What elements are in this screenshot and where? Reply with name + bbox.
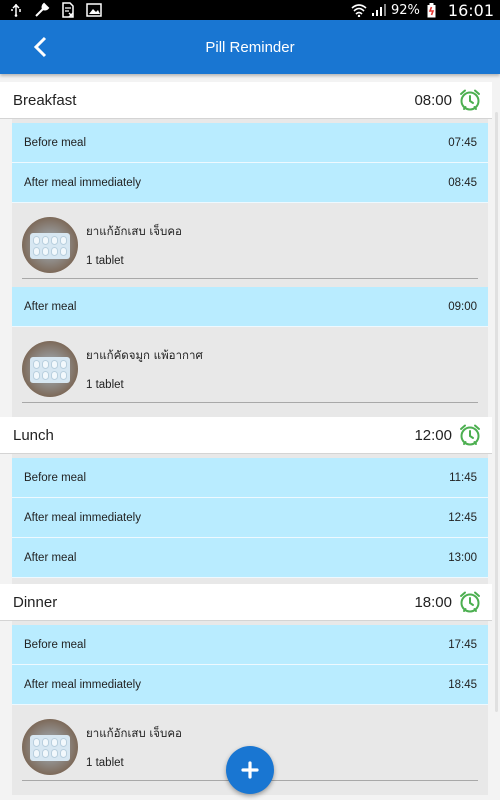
slot-row[interactable]: Before meal 17:45	[12, 625, 488, 665]
slot-label: After meal immediately	[24, 511, 141, 524]
slot-time: 18:45	[448, 678, 477, 691]
slot-row[interactable]: After meal 13:00	[12, 538, 488, 578]
meal-header-breakfast: Breakfast 08:00	[0, 82, 492, 119]
slot-time: 08:45	[448, 176, 477, 189]
slot-time: 12:45	[448, 511, 477, 524]
slot-label: After meal immediately	[24, 176, 141, 189]
medication-photo	[22, 217, 78, 273]
slot-row[interactable]: Before meal 11:45	[12, 458, 488, 498]
wrench-icon	[34, 2, 50, 18]
wifi-icon	[351, 2, 367, 18]
back-button[interactable]	[28, 34, 52, 60]
medication-name: ยาแก้อักเสบ เจ็บคอ	[86, 726, 182, 740]
alarm-clock-icon[interactable]	[458, 88, 482, 112]
slot-row[interactable]: After meal immediately 08:45	[12, 163, 488, 203]
meal-name: Dinner	[13, 593, 58, 611]
slot-row[interactable]: Before meal 07:45	[12, 123, 488, 163]
slot-time: 07:45	[448, 136, 477, 149]
meal-body: Before meal 07:45 After meal immediately 08…	[12, 119, 488, 417]
meal-list[interactable]: Breakfast 08:00 Before meal 07:45 After meal…	[0, 82, 500, 800]
meals-container: Breakfast 08:00 Before meal 07:45 After meal…	[0, 82, 500, 795]
alarm-clock-icon[interactable]	[458, 423, 482, 447]
meal-header-dinner: Dinner 18:00	[0, 584, 492, 621]
blister-pack-image	[30, 357, 70, 383]
slot-label: After meal	[24, 300, 77, 313]
add-reminder-button[interactable]	[226, 746, 274, 794]
meal-time: 18:00	[414, 593, 452, 611]
slot-row[interactable]: After meal 09:00	[12, 287, 488, 327]
slot-label: Before meal	[24, 638, 87, 651]
meal-time: 08:00	[414, 91, 452, 109]
slot-time: 13:00	[448, 551, 477, 564]
slot-row[interactable]: After meal immediately 12:45	[12, 498, 488, 538]
slot-time: 11:45	[449, 471, 477, 484]
medication-card[interactable]: ยาแก้อักเสบ เจ็บคอ 1 tablet	[12, 203, 488, 287]
slot-time: 17:45	[448, 638, 477, 651]
medication-dose: 1 tablet	[86, 757, 124, 769]
medication-name: ยาแก้อักเสบ เจ็บคอ	[86, 224, 182, 238]
medication-dose: 1 tablet	[86, 379, 124, 391]
meal-name: Breakfast	[13, 91, 77, 109]
medication-photo	[22, 719, 78, 775]
meal-body: Before meal 11:45 After meal immediately 12…	[12, 454, 488, 584]
medication-card[interactable]: ยาแก้คัดจมูก แพ้อากาศ 1 tablet	[12, 327, 488, 411]
meal-header-lunch: Lunch 12:00	[0, 417, 492, 454]
plus-icon	[241, 761, 259, 779]
blister-pack-image	[30, 735, 70, 761]
status-bar: 92% 16:01	[0, 0, 500, 20]
chevron-left-icon	[33, 36, 47, 58]
medication-photo	[22, 341, 78, 397]
slot-label: After meal	[24, 551, 77, 564]
blister-pack-image	[30, 233, 70, 259]
scrollbar[interactable]	[495, 112, 498, 712]
slot-time: 09:00	[448, 300, 477, 313]
battery-icon	[424, 2, 440, 18]
meal-name: Lunch	[13, 426, 54, 444]
usb-icon	[8, 2, 24, 18]
medication-dose: 1 tablet	[86, 255, 124, 267]
app-bar: Pill Reminder	[0, 20, 500, 74]
image-icon	[86, 2, 102, 18]
medication-name: ยาแก้คัดจมูก แพ้อากาศ	[86, 348, 203, 362]
slot-label: After meal immediately	[24, 678, 141, 691]
signal-icon	[371, 2, 387, 18]
page-title: Pill Reminder	[205, 38, 295, 56]
file-icon	[60, 2, 76, 18]
clock: 16:01	[447, 0, 494, 20]
slot-label: Before meal	[24, 136, 87, 149]
meal-time: 12:00	[414, 426, 452, 444]
slot-row[interactable]: After meal immediately 18:45	[12, 665, 488, 705]
battery-percent: 92%	[390, 2, 420, 18]
alarm-clock-icon[interactable]	[458, 590, 482, 614]
slot-label: Before meal	[24, 471, 87, 484]
